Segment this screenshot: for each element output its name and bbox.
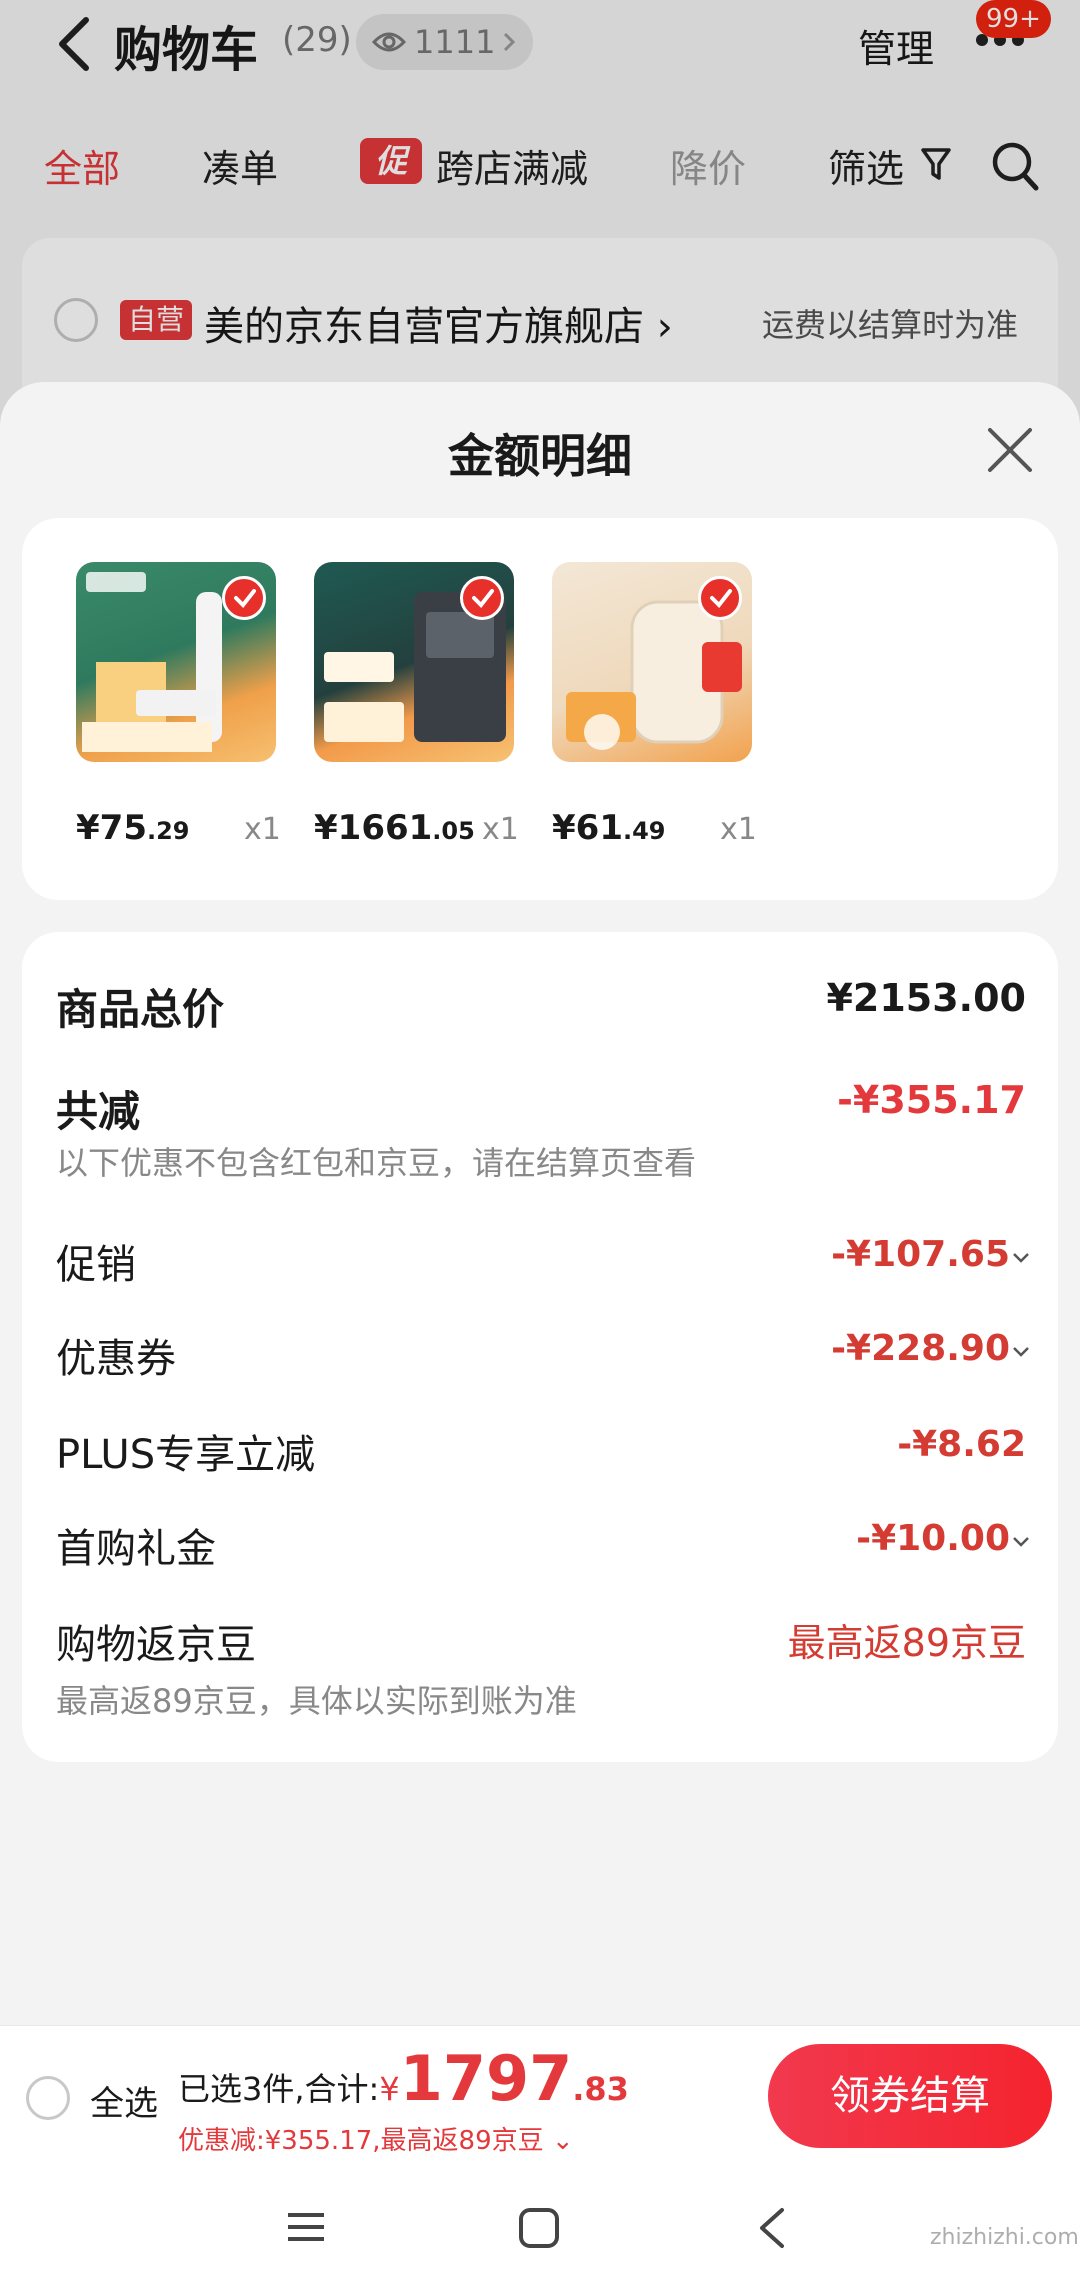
home-icon[interactable] bbox=[518, 2207, 560, 2249]
chevron-down-icon[interactable] bbox=[1012, 1346, 1030, 1358]
total-value: ¥2153.00 bbox=[826, 976, 1026, 1020]
select-all-radio[interactable] bbox=[26, 2076, 70, 2120]
chevron-down-icon[interactable] bbox=[1012, 1252, 1030, 1264]
selected-check-icon bbox=[698, 576, 742, 620]
select-all-label[interactable]: 全选 bbox=[90, 2076, 158, 2125]
sheet-title: 金额明细 bbox=[448, 429, 632, 483]
watermark: zhizhizhi.com bbox=[930, 2225, 1079, 2250]
system-nav-bar bbox=[0, 2163, 1080, 2295]
beans-value: 最高返89京豆 bbox=[787, 1621, 1026, 1665]
selected-check-icon bbox=[460, 576, 504, 620]
first-purchase-value[interactable]: -¥10.00 bbox=[856, 1518, 1010, 1559]
product-price: ¥75.29 bbox=[76, 808, 190, 848]
reduce-label: 共减 bbox=[56, 1087, 141, 1136]
coupon-value[interactable]: -¥228.90 bbox=[831, 1328, 1010, 1369]
amount-detail-sheet: 金额明细 ¥75.29 x1 ¥1661.05 x1 ¥61.49 x1 商品总… bbox=[0, 382, 1080, 2295]
selected-total: 已选3件,合计:¥1797.83 bbox=[178, 2042, 629, 2115]
chevron-down-icon[interactable] bbox=[1012, 1536, 1030, 1548]
product-qty: x1 bbox=[244, 812, 281, 847]
product-qty: x1 bbox=[720, 812, 757, 847]
product-qty: x1 bbox=[482, 812, 519, 847]
close-icon[interactable] bbox=[986, 426, 1034, 474]
recent-apps-icon[interactable] bbox=[286, 2207, 326, 2247]
discount-summary[interactable]: 优惠减:¥355.17,最高返89京豆 ⌄ bbox=[178, 2120, 574, 2157]
product-price: ¥61.49 bbox=[552, 808, 666, 848]
product-image bbox=[76, 562, 276, 762]
checkout-button[interactable]: 领券结算 bbox=[768, 2044, 1052, 2148]
checkout-bar: 全选 已选3件,合计:¥1797.83 优惠减:¥355.17,最高返89京豆 … bbox=[0, 2025, 1080, 2163]
product-image bbox=[314, 562, 514, 762]
promo-label: 促销 bbox=[56, 1242, 136, 1288]
plus-value: -¥8.62 bbox=[897, 1424, 1026, 1465]
promo-value[interactable]: -¥107.65 bbox=[831, 1234, 1010, 1275]
products-card: ¥75.29 x1 ¥1661.05 x1 ¥61.49 x1 bbox=[22, 518, 1058, 900]
product-image bbox=[552, 562, 752, 762]
plus-label: PLUS专享立减 bbox=[56, 1432, 316, 1478]
total-label: 商品总价 bbox=[56, 985, 225, 1034]
coupon-label: 优惠券 bbox=[56, 1336, 176, 1382]
reduce-value: -¥355.17 bbox=[837, 1078, 1026, 1122]
amount-detail-card: 商品总价 ¥2153.00 共减 -¥355.17 以下优惠不包含红包和京豆，请… bbox=[22, 932, 1058, 1762]
beans-label: 购物返京豆 bbox=[56, 1622, 256, 1668]
beans-note: 最高返89京豆，具体以实际到账为准 bbox=[56, 1682, 577, 1720]
back-nav-icon[interactable] bbox=[756, 2207, 786, 2249]
selected-check-icon bbox=[222, 576, 266, 620]
first-purchase-label: 首购礼金 bbox=[56, 1526, 216, 1572]
product-price: ¥1661.05 bbox=[314, 808, 475, 848]
reduce-note: 以下优惠不包含红包和京豆，请在结算页查看 bbox=[56, 1144, 697, 1182]
